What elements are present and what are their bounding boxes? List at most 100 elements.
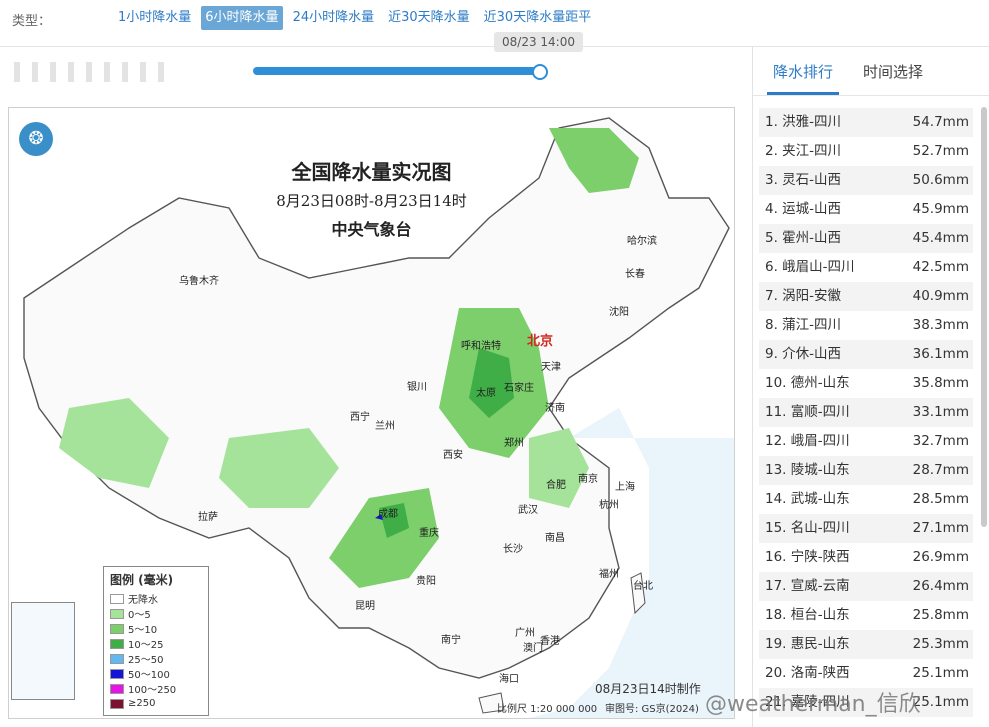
city-label: 沈阳 xyxy=(609,307,629,318)
city-label: 南京 xyxy=(578,474,598,485)
ranking-station: 5. 霍州-山西 xyxy=(765,230,842,246)
ranking-row[interactable]: 20. 洛南-陕西 25.1mm xyxy=(759,659,973,688)
legend-item: 50～100 xyxy=(110,666,202,681)
ranking-station: 17. 宣威-云南 xyxy=(765,578,850,594)
ranking-tabs: 降水排行 时间选择 xyxy=(767,57,929,95)
legend-item: 10～25 xyxy=(110,636,202,651)
ranking-value: 28.7mm xyxy=(912,462,969,478)
legend-item: 0～5 xyxy=(110,606,202,621)
ranking-row[interactable]: 13. 陵城-山东 28.7mm xyxy=(759,456,973,485)
blurred-label xyxy=(14,62,174,82)
time-slider-handle[interactable] xyxy=(532,64,548,80)
legend-item: ≥250 xyxy=(110,696,202,711)
ranking-value: 26.4mm xyxy=(912,578,969,594)
tab-time-select[interactable]: 时间选择 xyxy=(857,57,929,95)
ranking-scrollbar[interactable] xyxy=(981,107,987,527)
city-label: 海口 xyxy=(499,674,519,685)
ranking-row[interactable]: 2. 夹江-四川 52.7mm xyxy=(759,137,973,166)
ranking-row[interactable]: 8. 蒲江-四川 38.3mm xyxy=(759,311,973,340)
ranking-station: 6. 峨眉山-四川 xyxy=(765,259,855,275)
city-label: 拉萨 xyxy=(198,512,218,523)
ranking-row[interactable]: 3. 灵石-山西 50.6mm xyxy=(759,166,973,195)
ranking-value: 40.9mm xyxy=(912,288,969,304)
product-tabs: 1小时降水量 6小时降水量 24小时降水量 近30天降水量 近30天降水量距平 xyxy=(114,6,595,30)
ranking-value: 42.5mm xyxy=(912,259,969,275)
ranking-row[interactable]: 4. 运城-山西 45.9mm xyxy=(759,195,973,224)
ranking-row[interactable]: 11. 富顺-四川 33.1mm xyxy=(759,398,973,427)
ranking-station: 12. 峨眉-四川 xyxy=(765,433,850,449)
legend-item: 无降水 xyxy=(110,591,202,606)
city-label: 澳门 xyxy=(523,643,543,654)
city-label: 合肥 xyxy=(546,480,566,491)
ranking-station: 15. 名山-四川 xyxy=(765,520,850,536)
ranking-row[interactable]: 19. 惠民-山东 25.3mm xyxy=(759,630,973,659)
ranking-row[interactable]: 1. 洪雅-四川 54.7mm xyxy=(759,108,973,137)
ranking-station: 11. 富顺-四川 xyxy=(765,404,850,420)
ranking-value: 35.8mm xyxy=(912,375,969,391)
tab-precip-ranking[interactable]: 降水排行 xyxy=(767,57,840,95)
city-label: 福州 xyxy=(599,569,619,580)
ranking-value: 25.3mm xyxy=(912,636,969,652)
city-label: 成都 xyxy=(378,509,398,520)
city-label: 哈尔滨 xyxy=(627,236,657,247)
ranking-station: 18. 桓台-山东 xyxy=(765,607,850,623)
city-label: 昆明 xyxy=(355,601,375,612)
city-label: 香港 xyxy=(540,636,560,647)
ranking-value: 26.9mm xyxy=(912,549,969,565)
ranking-value: 45.4mm xyxy=(912,230,969,246)
ranking-value: 25.1mm xyxy=(912,665,969,681)
ranking-row[interactable]: 5. 霍州-山西 45.4mm xyxy=(759,224,973,253)
city-label: 西宁 xyxy=(350,412,370,423)
ranking-row[interactable]: 18. 桓台-山东 25.8mm xyxy=(759,601,973,630)
ranking-row[interactable]: 6. 峨眉山-四川 42.5mm xyxy=(759,253,973,282)
ranking-station: 16. 宁陕-陕西 xyxy=(765,549,850,565)
city-label: 上海 xyxy=(615,482,635,493)
city-label: 南宁 xyxy=(441,635,461,646)
watermark: @weatherman_信欣 xyxy=(705,692,921,717)
map-title: 全国降水量实况图 xyxy=(291,160,452,184)
ranking-value: 52.7mm xyxy=(912,143,969,159)
ranking-station: 9. 介休-山西 xyxy=(765,346,842,362)
ranking-divider xyxy=(753,95,989,96)
time-slider-track[interactable] xyxy=(253,67,541,75)
south-china-sea-inset xyxy=(11,602,75,700)
cma-logo-icon: ❂ xyxy=(19,122,53,156)
ranking-row[interactable]: 12. 峨眉-四川 32.7mm xyxy=(759,427,973,456)
tab-30d-precip[interactable]: 近30天降水量 xyxy=(384,6,474,30)
city-label: 武汉 xyxy=(518,505,538,516)
ranking-row[interactable]: 15. 名山-四川 27.1mm xyxy=(759,514,973,543)
city-label: 南昌 xyxy=(545,533,565,544)
map-approval: 审图号: GS京(2024) xyxy=(605,704,699,715)
ranking-row[interactable]: 7. 涡阳-安徽 40.9mm xyxy=(759,282,973,311)
ranking-value: 25.8mm xyxy=(912,607,969,623)
ranking-value: 50.6mm xyxy=(912,172,969,188)
ranking-row[interactable]: 16. 宁陕-陕西 26.9mm xyxy=(759,543,973,572)
tab-6h-precip[interactable]: 6小时降水量 xyxy=(201,6,283,30)
made-time: 08月23日14时制作 xyxy=(595,682,701,696)
city-label: 呼和浩特 xyxy=(461,341,501,352)
ranking-station: 3. 灵石-山西 xyxy=(765,172,842,188)
ranking-row[interactable]: 17. 宣威-云南 26.4mm xyxy=(759,572,973,601)
ranking-station: 19. 惠民-山东 xyxy=(765,636,850,652)
city-label: 贵阳 xyxy=(416,576,436,587)
ranking-row[interactable]: 10. 德州-山东 35.8mm xyxy=(759,369,973,398)
city-label: 重庆 xyxy=(419,528,439,539)
tab-1h-precip[interactable]: 1小时降水量 xyxy=(114,6,195,30)
ranking-station: 10. 德州-山东 xyxy=(765,375,850,391)
city-label: 西安 xyxy=(443,450,463,461)
map-scale: 比例尺 1:20 000 000 xyxy=(497,704,598,715)
ranking-row[interactable]: 9. 介休-山西 36.1mm xyxy=(759,340,973,369)
ranking-panel: 降水排行 时间选择 1. 洪雅-四川 54.7mm 2. 夹江-四川 52.7mm 3.… xyxy=(752,47,989,727)
tab-24h-precip[interactable]: 24小时降水量 xyxy=(289,6,379,30)
city-label: 兰州 xyxy=(375,421,395,432)
city-label: 太原 xyxy=(476,388,496,399)
ranking-station: 20. 洛南-陕西 xyxy=(765,665,850,681)
type-label: 类型： xyxy=(12,14,52,29)
capital-label: 北京 xyxy=(527,334,554,349)
tab-30d-anomaly[interactable]: 近30天降水量距平 xyxy=(480,6,596,30)
ranking-station: 2. 夹江-四川 xyxy=(765,143,842,159)
city-label: 济南 xyxy=(545,403,565,414)
ranking-row[interactable]: 14. 武城-山东 28.5mm xyxy=(759,485,973,514)
city-label: 石家庄 xyxy=(504,383,534,394)
city-label: 杭州 xyxy=(599,500,619,511)
